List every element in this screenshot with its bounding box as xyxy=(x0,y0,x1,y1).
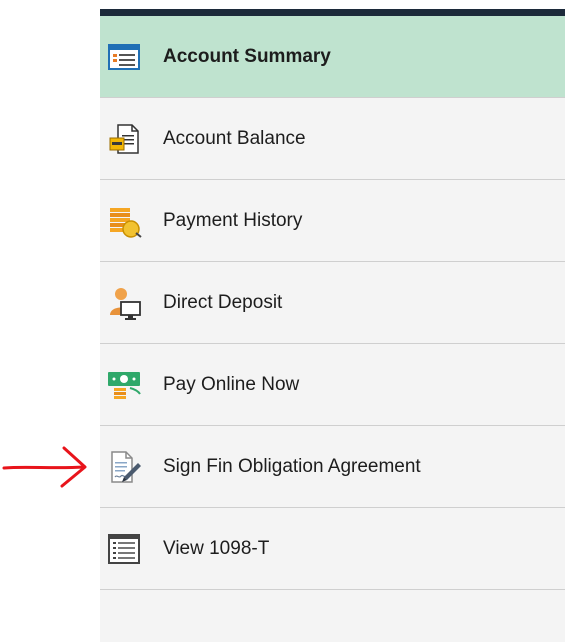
sidebar-nav: Account Summary Account Balance Payment … xyxy=(100,9,565,642)
direct-deposit-icon xyxy=(106,285,142,321)
nav-item-label: Direct Deposit xyxy=(163,291,283,313)
account-balance-icon xyxy=(106,121,142,157)
nav-item-label: Payment History xyxy=(163,209,303,231)
payment-history-icon xyxy=(106,203,142,239)
nav-item-account-balance[interactable]: Account Balance xyxy=(100,98,565,180)
nav-item-sign-fin-obligation-agreement[interactable]: Sign Fin Obligation Agreement xyxy=(100,426,565,508)
nav-item-label: Account Summary xyxy=(163,45,331,67)
nav-item-payment-history[interactable]: Payment History xyxy=(100,180,565,262)
account-summary-icon xyxy=(106,39,142,75)
nav-item-label: Account Balance xyxy=(163,127,306,149)
nav-item-label: Sign Fin Obligation Agreement xyxy=(163,455,421,477)
nav-item-label: View 1098-T xyxy=(163,537,270,559)
nav-item-direct-deposit[interactable]: Direct Deposit xyxy=(100,262,565,344)
pay-online-icon xyxy=(106,367,142,403)
view-1098t-icon xyxy=(106,531,142,567)
sign-agreement-icon xyxy=(106,449,142,485)
nav-item-pay-online-now[interactable]: Pay Online Now xyxy=(100,344,565,426)
nav-item-view-1098-t[interactable]: View 1098-T xyxy=(100,508,565,590)
nav-item-account-summary[interactable]: Account Summary xyxy=(100,16,565,98)
annotation-arrow-icon xyxy=(2,446,87,488)
nav-item-label: Pay Online Now xyxy=(163,373,300,395)
